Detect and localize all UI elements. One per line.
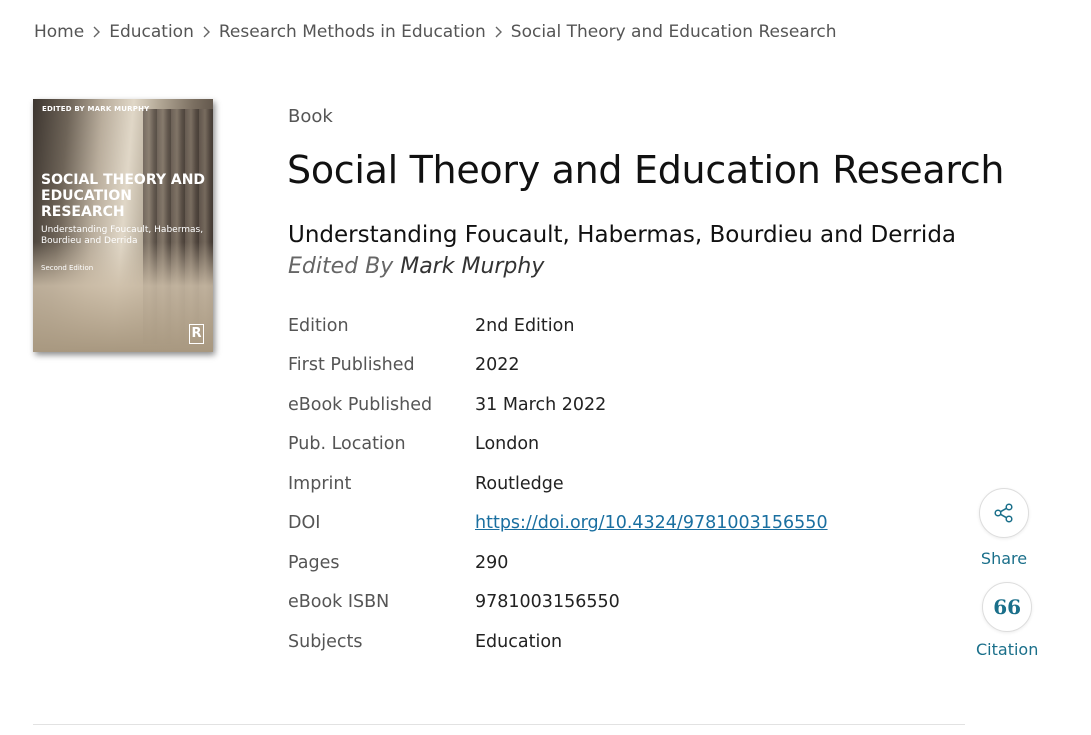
editor-name: Mark Murphy bbox=[400, 254, 545, 279]
metadata-label: Imprint bbox=[288, 473, 352, 494]
breadcrumb: Home Education Research Methods in Educa… bbox=[34, 22, 836, 42]
metadata-row-ebook-isbn: eBook ISBN 9781003156550 bbox=[288, 583, 908, 623]
citation-label: Citation bbox=[976, 640, 1039, 659]
breadcrumb-education[interactable]: Education bbox=[109, 22, 194, 42]
breadcrumb-home[interactable]: Home bbox=[34, 22, 84, 42]
metadata-row-edition: Edition 2nd Edition bbox=[288, 306, 908, 346]
metadata-row-subjects: Subjects Education bbox=[288, 622, 908, 662]
metadata-label: eBook Published bbox=[288, 394, 433, 415]
metadata-value: Routledge bbox=[475, 473, 564, 494]
quote-icon: 66 bbox=[993, 595, 1022, 619]
metadata-row-pub-location: Pub. Location London bbox=[288, 425, 908, 465]
metadata-value: 290 bbox=[475, 552, 509, 573]
metadata-label: DOI bbox=[288, 513, 321, 534]
cover-edition: Second Edition bbox=[41, 264, 94, 272]
metadata-row-doi: DOI https://doi.org/10.4324/978100315655… bbox=[288, 504, 908, 544]
metadata-label: eBook ISBN bbox=[288, 592, 390, 613]
metadata-row-ebook-published: eBook Published 31 March 2022 bbox=[288, 385, 908, 425]
metadata-row-imprint: Imprint Routledge bbox=[288, 464, 908, 504]
breadcrumb-research-methods[interactable]: Research Methods in Education bbox=[219, 22, 486, 42]
book-title: Social Theory and Education Research bbox=[287, 148, 1005, 192]
metadata-value: 2nd Edition bbox=[475, 315, 575, 336]
metadata-label: Pub. Location bbox=[288, 434, 406, 455]
metadata-row-pages: Pages 290 bbox=[288, 543, 908, 583]
metadata-label: Pages bbox=[288, 552, 340, 573]
publisher-logo: R bbox=[189, 324, 204, 344]
cover-title: SOCIAL THEORY AND EDUCATION RESEARCH bbox=[41, 172, 206, 220]
doi-link[interactable]: https://doi.org/10.4324/9781003156550 bbox=[475, 513, 828, 533]
share-icon bbox=[994, 503, 1013, 523]
chevron-right-icon bbox=[202, 26, 211, 38]
metadata-label: Edition bbox=[288, 315, 349, 336]
metadata-value: 9781003156550 bbox=[475, 592, 620, 613]
book-editors: Edited By Mark Murphy bbox=[288, 254, 544, 279]
content-type-label: Book bbox=[288, 106, 333, 127]
citation-button[interactable]: 66 Citation bbox=[976, 582, 1038, 659]
cover-edited-by: EDITED BY MARK MURPHY bbox=[42, 105, 150, 113]
book-cover-image: EDITED BY MARK MURPHY SOCIAL THEORY AND … bbox=[33, 99, 213, 352]
chevron-right-icon bbox=[494, 26, 503, 38]
share-label: Share bbox=[980, 549, 1028, 568]
book-subtitle: Understanding Foucault, Habermas, Bourdi… bbox=[288, 222, 957, 248]
breadcrumb-current: Social Theory and Education Research bbox=[510, 22, 837, 42]
editors-prefix: Edited By bbox=[288, 254, 394, 279]
metadata-row-first-published: First Published 2022 bbox=[288, 346, 908, 386]
metadata-label: Subjects bbox=[288, 631, 363, 652]
chevron-right-icon bbox=[92, 26, 101, 38]
metadata-value: 31 March 2022 bbox=[475, 394, 607, 415]
metadata-value: London bbox=[475, 434, 540, 455]
cover-subtitle: Understanding Foucault, Habermas, Bourdi… bbox=[41, 225, 204, 246]
book-metadata: Edition 2nd Edition First Published 2022… bbox=[288, 306, 908, 662]
share-button[interactable]: Share bbox=[979, 488, 1029, 568]
metadata-value: Education bbox=[475, 631, 563, 652]
section-divider bbox=[33, 724, 965, 725]
metadata-value: 2022 bbox=[475, 355, 520, 376]
metadata-label: First Published bbox=[288, 355, 415, 376]
